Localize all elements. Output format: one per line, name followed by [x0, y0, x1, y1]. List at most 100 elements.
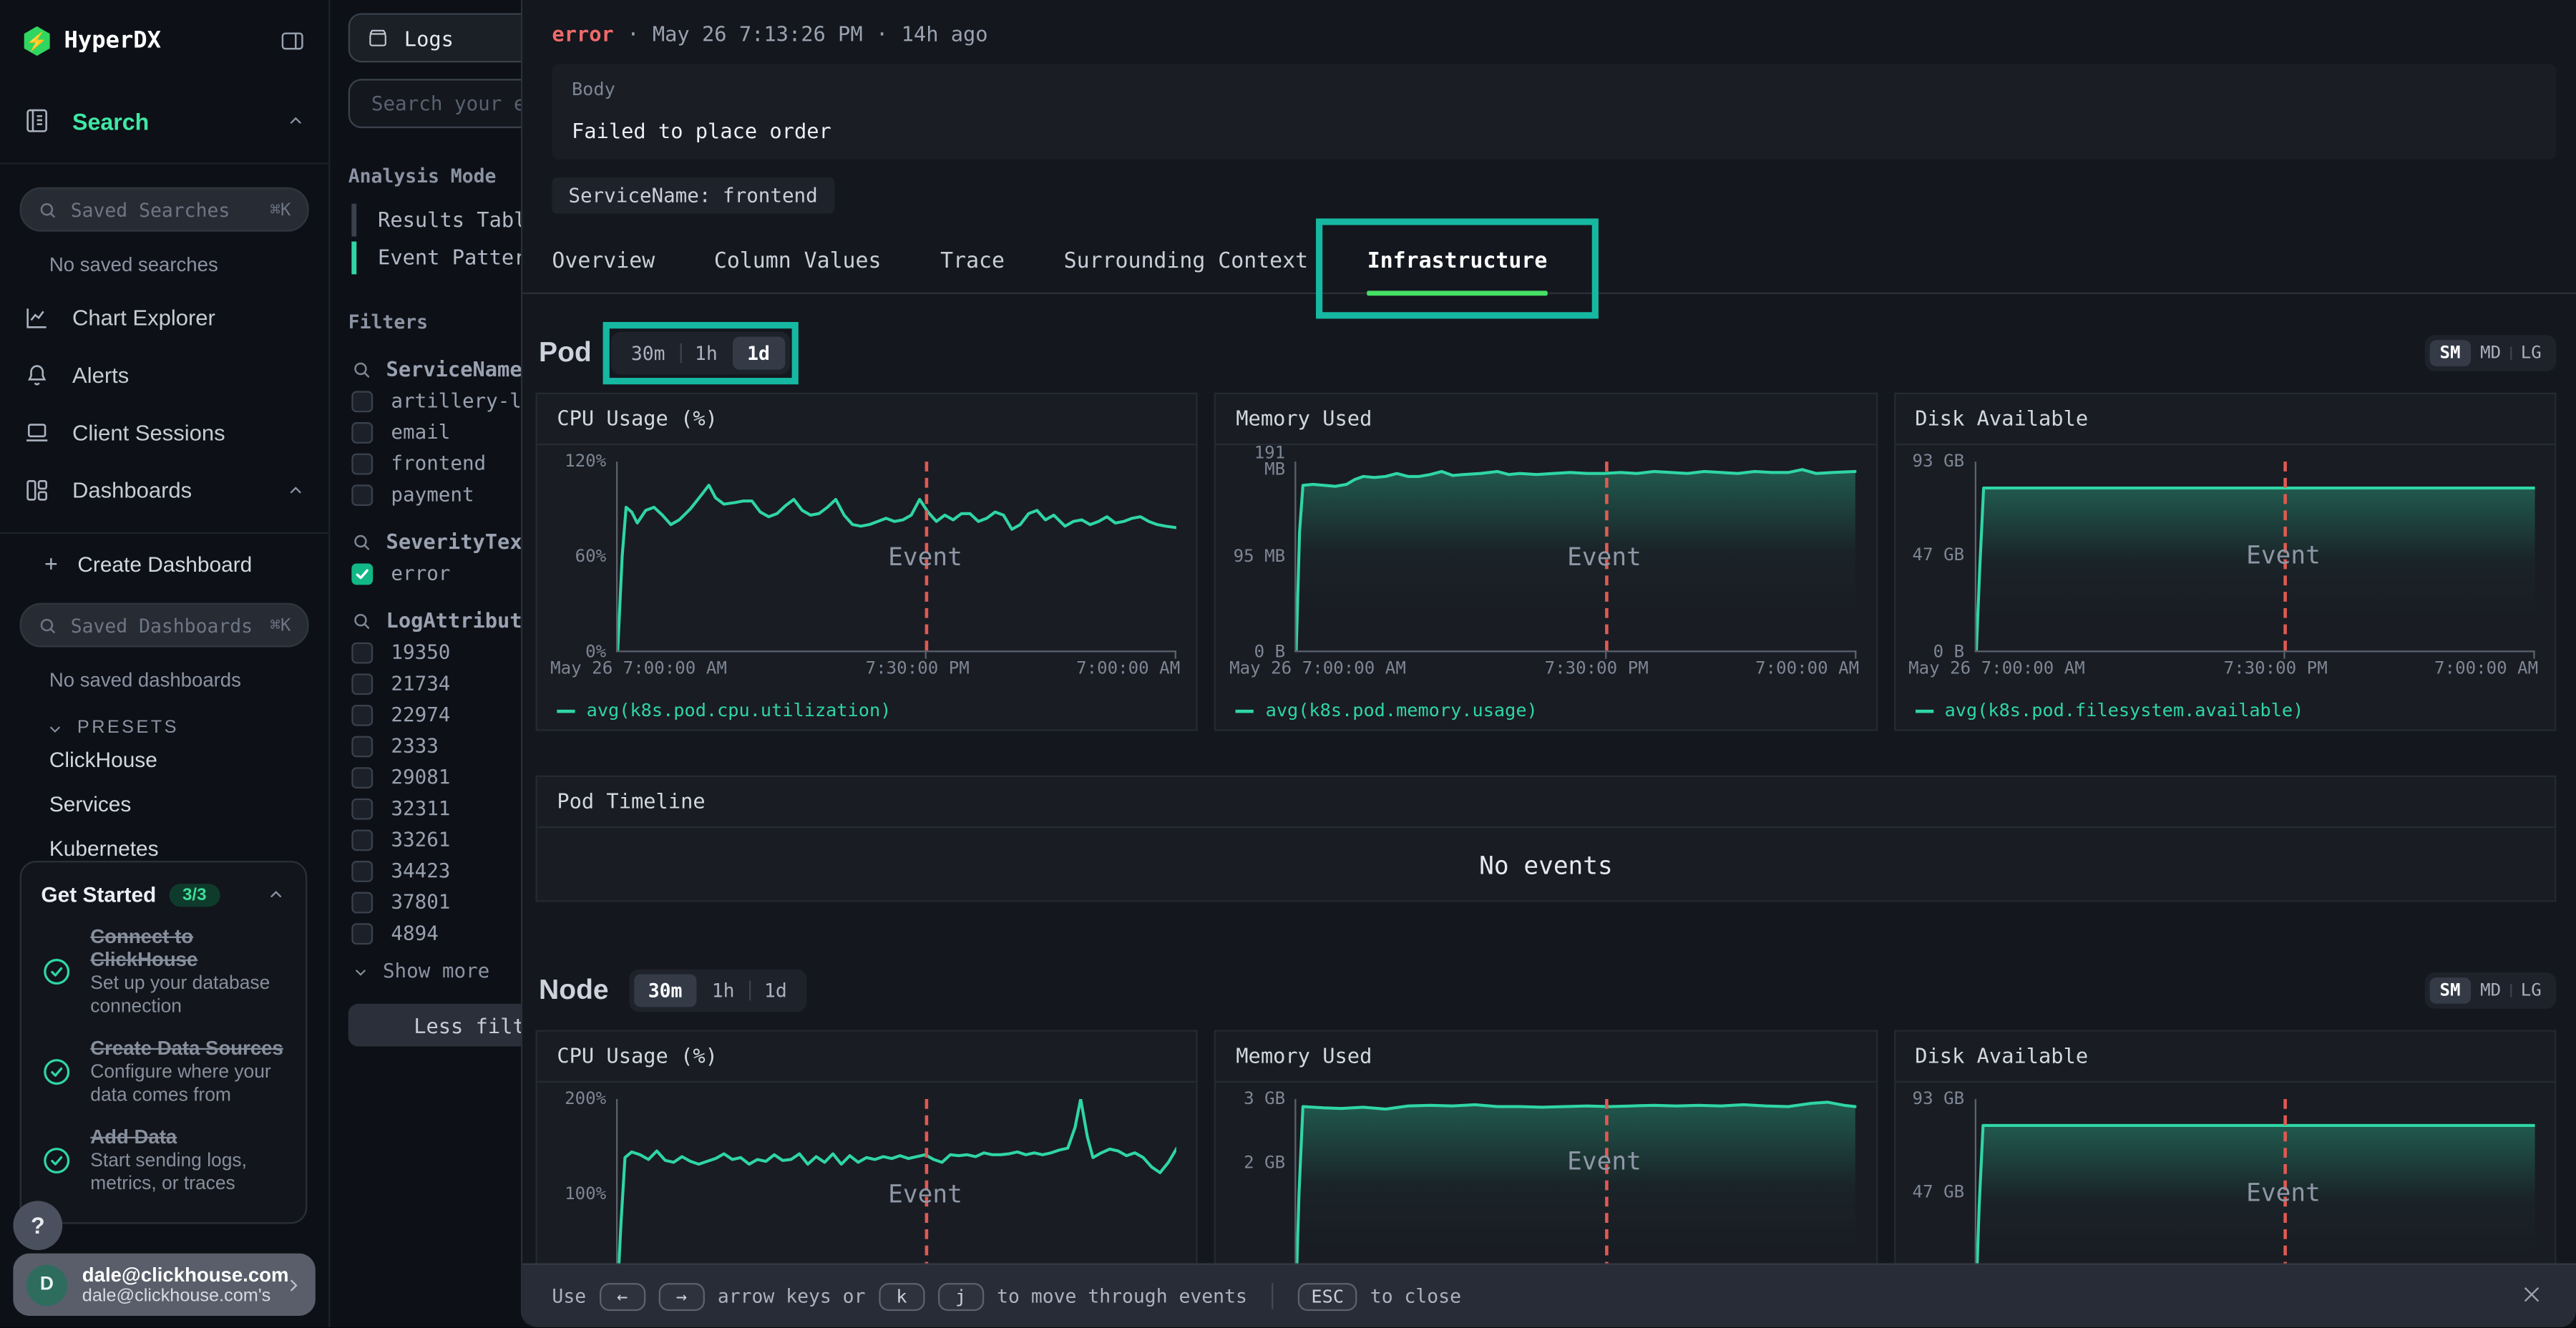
node-size-sm[interactable]: SM: [2430, 977, 2471, 1004]
pod-time-range-control: 30m1h1d: [611, 332, 789, 375]
x-axis-label: 7:00:00 AM: [1755, 659, 1859, 679]
checkbox-34423[interactable]: [351, 860, 373, 882]
close-panel-icon[interactable]: [2520, 1283, 2543, 1306]
x-axis-label: May 26 7:00:00 AM: [550, 659, 727, 679]
node-chart-size-control: SMMDLG: [2425, 972, 2557, 1009]
filter-value-label: 4894: [391, 922, 438, 944]
checkbox-29081[interactable]: [351, 766, 373, 788]
node-range-1d[interactable]: 1d: [749, 974, 801, 1007]
arrow-right-key[interactable]: →: [658, 1282, 704, 1310]
sidebar-item-alerts[interactable]: Alerts: [0, 346, 328, 404]
sidebar-item-dashboards[interactable]: Dashboards: [0, 462, 328, 519]
hint-arrow-keys: arrow keys or: [718, 1284, 866, 1307]
pod-size-md[interactable]: MD: [2470, 340, 2511, 366]
checkbox-22974[interactable]: [351, 704, 373, 726]
checkbox-artillery-load[interactable]: [351, 390, 373, 411]
pod-size-lg[interactable]: LG: [2511, 340, 2552, 366]
user-menu[interactable]: D dale@clickhouse.com dale@clickhouse.co…: [13, 1254, 315, 1316]
hint-use: Use: [552, 1284, 586, 1307]
event-marker-label: Event: [2246, 540, 2321, 570]
checkbox-19350[interactable]: [351, 642, 373, 663]
node-range-1h[interactable]: 1h: [697, 974, 749, 1007]
get-started-item[interactable]: Connect to ClickHouseSet up your databas…: [41, 925, 286, 1019]
checkbox-4894[interactable]: [351, 922, 373, 944]
chart-plot-area: 191 MB95 MB0 BEvent: [1226, 459, 1863, 653]
sidebar-item-search[interactable]: Search: [0, 92, 328, 150]
pod-range-1h[interactable]: 1h: [680, 337, 732, 370]
checkbox-payment[interactable]: [351, 484, 373, 505]
sidebar-item-clickhouse[interactable]: ClickHouse: [0, 738, 328, 782]
tab-trace[interactable]: Trace: [940, 238, 1005, 293]
checkbox-33261[interactable]: [351, 829, 373, 850]
tab-infrastructure[interactable]: Infrastructure: [1367, 238, 1548, 293]
sidebar-item-chart-explorer[interactable]: Chart Explorer: [0, 289, 328, 346]
plot-region[interactable]: Event: [1295, 462, 1856, 652]
x-axis-tick: [1604, 650, 1606, 658]
filter-value-label: frontend: [391, 451, 486, 474]
get-started-item-text: Add DataStart sending logs, metrics, or …: [90, 1126, 286, 1196]
help-button[interactable]: ?: [13, 1201, 62, 1250]
event-marker-line: [1604, 1099, 1608, 1288]
j-key[interactable]: j: [938, 1282, 984, 1310]
y-axis-label: 47 GB: [1905, 1185, 1964, 1201]
no-saved-dashboards-text: No saved dashboards: [49, 668, 306, 691]
tab-surrounding-context[interactable]: Surrounding Context: [1064, 238, 1308, 293]
filter-group-name: SeverityText: [386, 529, 535, 553]
plot-region[interactable]: Event: [616, 462, 1177, 652]
saved-searches-input[interactable]: Saved Searches ⌘K: [20, 187, 309, 232]
checkbox-21734[interactable]: [351, 673, 373, 694]
plot-region[interactable]: Event: [1974, 1099, 2535, 1289]
x-axis-labels: May 26 7:00:00 AM7:30:00 PM7:00:00 AM: [1908, 659, 2538, 680]
filter-value-label: email: [391, 421, 450, 444]
chevron-up-icon[interactable]: [266, 884, 286, 904]
detail-tabs: Overview Column Values Trace Surrounding Co…: [522, 238, 2576, 294]
node-size-lg[interactable]: LG: [2511, 977, 2552, 1004]
get-started-card: Get Started 3/3 Connect to ClickHouseSet…: [20, 861, 308, 1224]
node-range-30m[interactable]: 30m: [633, 974, 697, 1007]
checkbox-2333[interactable]: [351, 735, 373, 756]
checkbox-error[interactable]: [351, 562, 373, 584]
presets-toggle[interactable]: PRESETS: [46, 718, 306, 738]
get-started-item[interactable]: Add DataStart sending logs, metrics, or …: [41, 1126, 286, 1196]
create-dashboard-button[interactable]: + Create Dashboard: [0, 534, 328, 580]
checkbox-37801[interactable]: [351, 892, 373, 913]
chart-card-pod-cpu-usage: CPU Usage (%)120%60%0%EventMay 26 7:00:0…: [535, 393, 1198, 731]
plot-region[interactable]: Event: [1295, 1099, 1856, 1289]
node-size-md[interactable]: MD: [2470, 977, 2511, 1004]
tab-overview[interactable]: Overview: [552, 238, 655, 293]
arrow-left-key[interactable]: ←: [600, 1282, 645, 1310]
legend-swatch: [1236, 709, 1254, 713]
filter-value-label: 33261: [391, 828, 450, 851]
get-started-progress-badge: 3/3: [170, 883, 220, 906]
service-name-chip[interactable]: ServiceName: frontend: [552, 177, 834, 214]
checkbox-32311[interactable]: [351, 798, 373, 819]
saved-dashboards-input[interactable]: Saved Dashboards ⌘K: [20, 603, 309, 648]
pod-range-30m[interactable]: 30m: [616, 337, 680, 370]
check-circle-icon: [41, 1145, 72, 1176]
x-axis-label: 7:00:00 AM: [1076, 659, 1180, 679]
sidebar-collapse-icon[interactable]: [279, 28, 306, 54]
checkbox-frontend[interactable]: [351, 453, 373, 474]
pod-range-1d[interactable]: 1d: [732, 337, 784, 370]
tab-column-values[interactable]: Column Values: [714, 238, 882, 293]
pod-size-sm[interactable]: SM: [2430, 340, 2471, 366]
y-axis-labels: 191 MB95 MB0 B: [1226, 462, 1292, 652]
checkbox-email[interactable]: [351, 421, 373, 443]
plot-region[interactable]: Event: [1974, 462, 2535, 652]
sidebar-item-client-sessions[interactable]: Client Sessions: [0, 404, 328, 462]
get-started-item-subtitle: Set up your database connection: [90, 972, 286, 1018]
sidebar-item-services[interactable]: Services: [0, 782, 328, 826]
plot-region[interactable]: Event: [616, 1099, 1177, 1289]
k-key[interactable]: k: [879, 1282, 924, 1310]
esc-key[interactable]: ESC: [1298, 1282, 1357, 1310]
chart-legend: avg(k8s.pod.filesystem.available): [1915, 700, 2534, 721]
chevron-up-icon[interactable]: [286, 481, 306, 501]
get-started-item-text: Create Data SourcesConfigure where your …: [90, 1037, 286, 1108]
event-marker-label: Event: [1567, 1147, 1641, 1176]
chevron-up-icon[interactable]: [286, 111, 306, 131]
filter-group-name: ServiceName: [386, 356, 522, 381]
saved-dashboards-placeholder: Saved Dashboards: [71, 614, 257, 637]
chart-title: Memory Used: [1216, 1032, 1875, 1083]
x-axis-label: May 26 7:00:00 AM: [1229, 659, 1406, 679]
get-started-item[interactable]: Create Data SourcesConfigure where your …: [41, 1037, 286, 1108]
